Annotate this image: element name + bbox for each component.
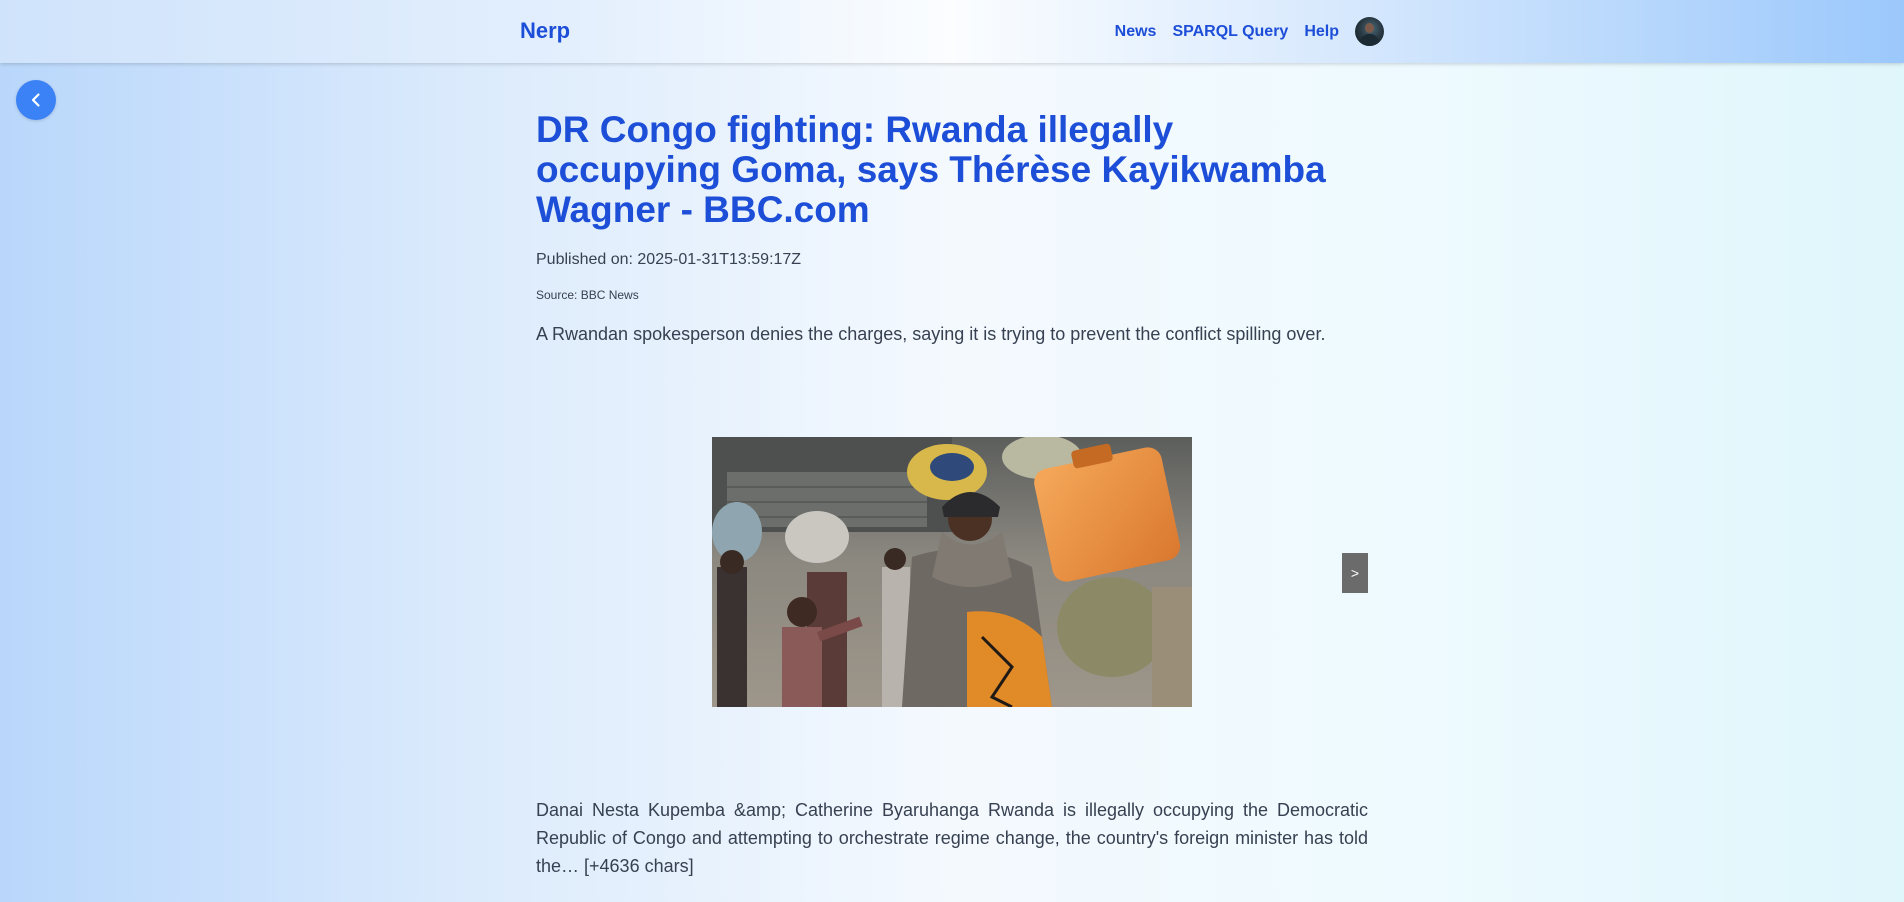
user-avatar[interactable]	[1355, 17, 1384, 46]
back-button[interactable]	[16, 80, 56, 120]
article-content: Danai Nesta Kupemba &amp; Catherine Byar…	[536, 800, 1368, 876]
published-date: Published on: 2025-01-31T13:59:17Z	[536, 251, 802, 268]
article-description: A Rwandan spokesperson denies the charge…	[536, 324, 1326, 344]
carousel-next-button[interactable]: >	[1342, 553, 1368, 593]
article-title: DR Congo fighting: Rwanda illegally occu…	[536, 109, 1326, 230]
chevron-left-icon	[31, 93, 40, 107]
nav-sparql-link[interactable]: SPARQL Query	[1172, 22, 1288, 42]
top-navbar: Nerp News SPARQL Query Help	[0, 0, 1904, 63]
article-photo	[712, 437, 1192, 707]
avatar-shoulders-shape	[1360, 34, 1379, 46]
avatar-head-shape	[1365, 23, 1374, 33]
nav-help-link[interactable]: Help	[1304, 22, 1339, 42]
nav-menu: News SPARQL Query Help	[1115, 17, 1384, 46]
article-image	[712, 437, 1192, 707]
article-source: Source: BBC News	[536, 288, 639, 302]
brand-logo[interactable]: Nerp	[520, 18, 570, 44]
nav-news-link[interactable]: News	[1115, 22, 1157, 42]
